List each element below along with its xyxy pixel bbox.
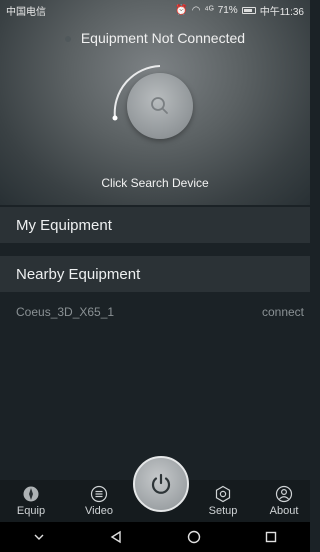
signal-icon: ⁴ᴳ bbox=[204, 4, 214, 16]
tab-setup[interactable]: Setup bbox=[198, 480, 248, 522]
chevron-down-icon[interactable] bbox=[32, 530, 46, 544]
device-name: Coeus_3D_X65_1 bbox=[16, 305, 115, 319]
search-panel: Equipment Not Connected Click Search Dev… bbox=[0, 0, 310, 205]
search-icon bbox=[151, 97, 168, 114]
tab-video[interactable]: Video bbox=[74, 480, 124, 522]
status-bar: 中国电信 ⏰ ◠ ⁴ᴳ 71% 中午11:36 bbox=[0, 0, 310, 20]
battery-percent: 71% bbox=[217, 4, 238, 16]
connection-status: Equipment Not Connected bbox=[80, 30, 246, 46]
home-icon[interactable] bbox=[187, 530, 201, 544]
wifi-icon: ◠ bbox=[191, 4, 201, 16]
tab-video-label: Video bbox=[85, 505, 113, 517]
nearby-equipment-label: Nearby Equipment bbox=[16, 265, 141, 283]
back-icon[interactable] bbox=[109, 530, 123, 544]
my-equipment-label: My Equipment bbox=[16, 216, 112, 234]
system-nav-bar bbox=[0, 522, 310, 552]
connect-button[interactable]: connect bbox=[262, 305, 304, 319]
connection-dot-icon bbox=[64, 36, 71, 43]
tab-about-label: About bbox=[269, 505, 299, 517]
gear-icon bbox=[215, 485, 231, 503]
user-icon bbox=[275, 485, 293, 503]
video-list-icon bbox=[90, 485, 108, 503]
tab-equip-label: Equip bbox=[16, 505, 46, 517]
recents-icon[interactable] bbox=[264, 530, 278, 544]
connection-status-row: Equipment Not Connected bbox=[0, 30, 310, 46]
equip-icon bbox=[23, 486, 39, 502]
status-right: ⏰ ◠ ⁴ᴳ 71% 中午11:36 bbox=[175, 3, 304, 18]
clock: 中午11:36 bbox=[259, 6, 304, 18]
tab-setup-label: Setup bbox=[208, 505, 238, 517]
battery-icon bbox=[241, 6, 256, 14]
my-equipment-header[interactable]: My Equipment bbox=[0, 207, 310, 243]
tab-equip[interactable]: Equip bbox=[6, 480, 56, 522]
search-device-button[interactable] bbox=[127, 73, 193, 139]
carrier-label: 中国电信 bbox=[6, 6, 46, 18]
nearby-device-row[interactable]: Coeus_3D_X65_1 connect bbox=[0, 300, 310, 324]
search-hint: Click Search Device bbox=[101, 176, 209, 190]
tab-about[interactable]: About bbox=[259, 480, 309, 522]
power-button[interactable] bbox=[133, 456, 189, 512]
search-device-control[interactable] bbox=[105, 58, 215, 168]
alarm-icon: ⏰ bbox=[175, 4, 188, 16]
power-icon bbox=[151, 473, 171, 494]
nearby-equipment-header[interactable]: Nearby Equipment bbox=[0, 256, 310, 292]
